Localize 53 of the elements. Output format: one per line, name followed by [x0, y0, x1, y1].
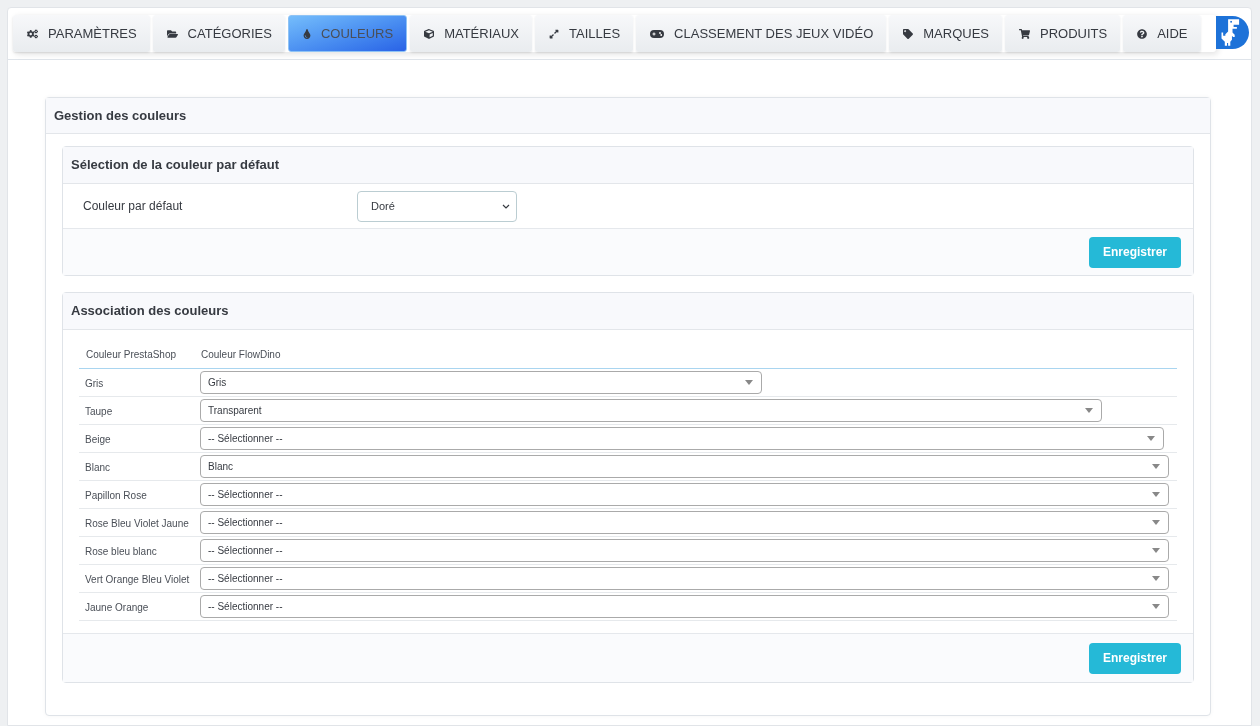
cube-icon — [424, 28, 435, 39]
nav-tab[interactable]: MATÉRIAUX — [410, 15, 533, 52]
table-cell-text: Blanc — [84, 461, 111, 475]
dropdown-triangle-icon — [1152, 464, 1160, 469]
dropdown-triangle-icon — [1152, 548, 1160, 553]
select-field[interactable]: Blanc — [200, 455, 1169, 478]
table-cell-text: Rose bleu blanc — [84, 545, 158, 559]
table-cell-text: Rose Bleu Violet Jaune — [84, 517, 190, 531]
select-field[interactable]: -- Sélectionner -- — [200, 595, 1169, 618]
folder-icon — [166, 28, 178, 39]
select-field[interactable]: -- Sélectionner -- — [200, 539, 1169, 562]
nav-tab[interactable]: TAILLES — [535, 15, 634, 52]
table-cell-text: Papillon Rose — [84, 489, 148, 503]
nav-tab[interactable]: PRODUITS — [1005, 15, 1121, 52]
table-cell-text: Vert Orange Bleu Violet — [84, 573, 191, 587]
select-field[interactable]: -- Sélectionner -- — [200, 483, 1169, 506]
section-title: Sélection de la couleur par défaut — [71, 156, 280, 175]
nav-tab[interactable]: PARAMÈTRES — [13, 15, 150, 52]
nav-tab[interactable]: MARQUES — [889, 15, 1002, 52]
chevron-down-icon — [502, 203, 510, 209]
select-field[interactable]: Gris — [200, 371, 762, 394]
nav-tab[interactable]: CATÉGORIES — [152, 15, 285, 52]
table-cell-text: Gris — [84, 377, 105, 391]
dinosaur-logo-icon — [1215, 16, 1249, 49]
dropdown-triangle-icon — [1152, 576, 1160, 581]
dropdown-triangle-icon — [1152, 604, 1160, 609]
expand-arrows-icon — [549, 28, 560, 39]
cart-icon — [1019, 28, 1030, 39]
select-field[interactable]: -- Sélectionner -- — [200, 427, 1164, 450]
dropdown-triangle-icon — [1147, 436, 1155, 441]
gamepad-icon — [650, 29, 665, 38]
nav-tab[interactable]: CLASSEMENT DES JEUX VIDÉO — [636, 15, 887, 52]
drop-icon — [302, 28, 311, 39]
dropdown-triangle-icon — [1085, 408, 1093, 413]
dropdown-triangle-icon — [1152, 520, 1160, 525]
table-cell-text: Taupe — [84, 405, 114, 419]
section-title: Association des couleurs — [71, 302, 229, 321]
column-header: Couleur FlowDino — [200, 347, 281, 362]
select-field[interactable]: Doré — [357, 190, 517, 222]
table-cell-text: Beige — [84, 433, 112, 447]
nav-tab[interactable]: AIDE — [1123, 15, 1201, 52]
tag-icon — [903, 28, 914, 39]
column-header: Couleur PrestaShop — [85, 347, 178, 362]
dropdown-triangle-icon — [1152, 492, 1160, 497]
field-label: Couleur par défaut — [82, 198, 184, 215]
table-cell-text: Jaune Orange — [84, 601, 150, 615]
select-field[interactable]: Transparent — [200, 399, 1102, 422]
help-icon — [1137, 28, 1148, 39]
gears-icon — [27, 28, 38, 39]
select-field[interactable]: -- Sélectionner -- — [200, 567, 1169, 590]
panel-title: Gestion des couleurs — [54, 106, 187, 125]
select-field[interactable]: -- Sélectionner -- — [200, 511, 1169, 534]
dropdown-triangle-icon — [745, 380, 753, 385]
